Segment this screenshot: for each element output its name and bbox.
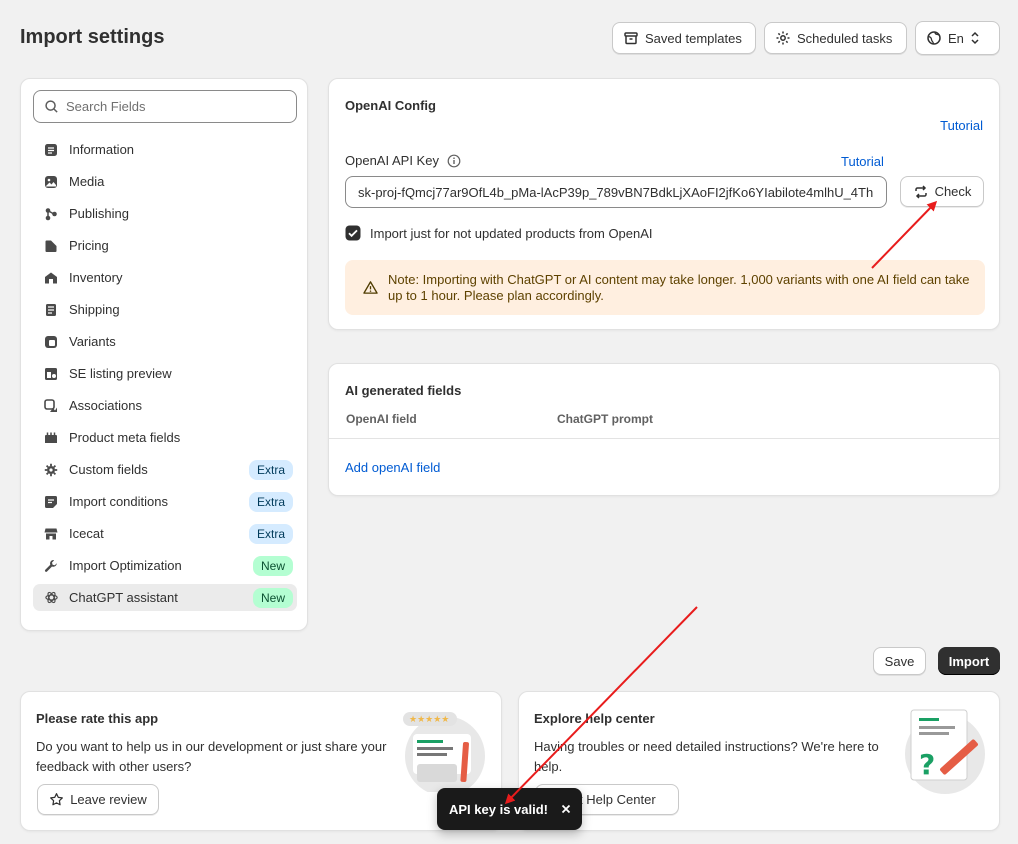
annotation-arrow-toast (504, 606, 698, 805)
annotation-arrows (504, 200, 938, 805)
annotation-arrow-check (871, 200, 938, 269)
